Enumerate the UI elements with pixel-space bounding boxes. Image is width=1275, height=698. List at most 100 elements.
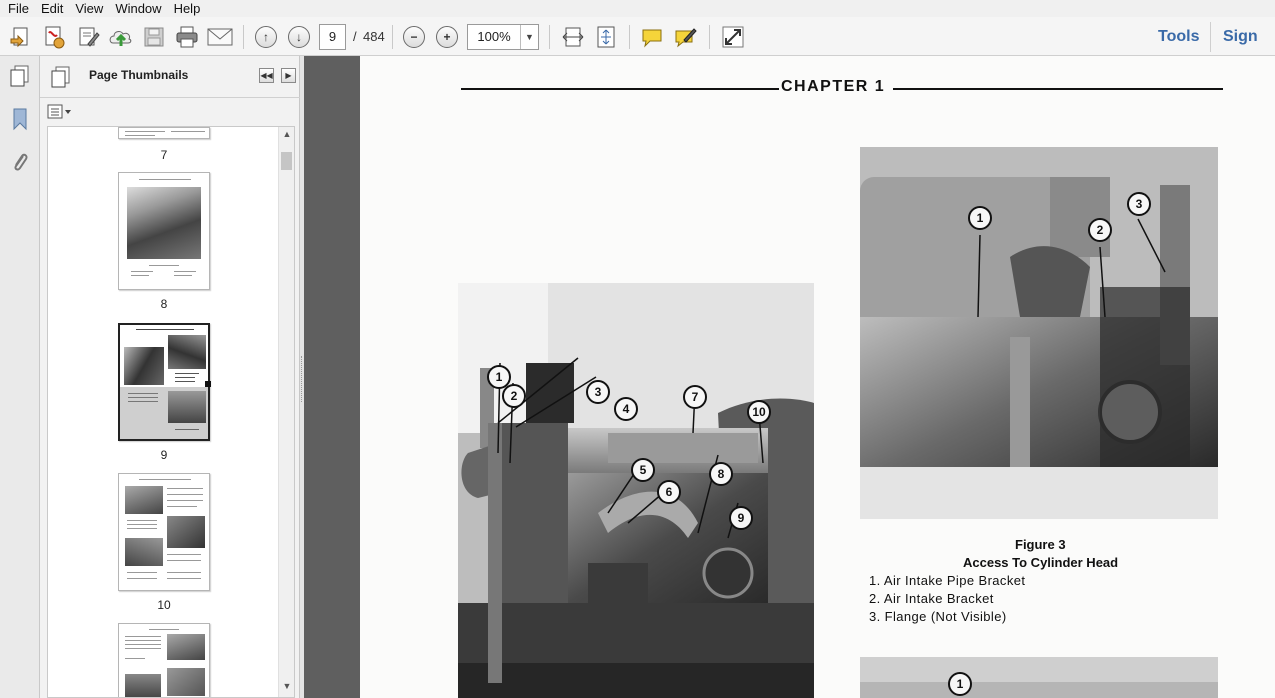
bookmark-icon: [13, 108, 27, 131]
menu-file[interactable]: File: [2, 0, 35, 17]
next-page-button[interactable]: ↓: [286, 24, 312, 50]
zoom-value: 100%: [477, 29, 511, 44]
toolbar-separator: [549, 25, 550, 49]
page-thumbnail-7[interactable]: [118, 127, 210, 139]
callout-10: 10: [747, 400, 771, 424]
thumbnails-panel-header: Page Thumbnails ◀◀ ▶: [40, 56, 300, 98]
callout-8: 8: [709, 462, 733, 486]
email-button[interactable]: [207, 24, 233, 50]
caption-item-3: 3. Flange (Not Visible): [869, 609, 1007, 624]
toolbar-separator: [709, 25, 710, 49]
page-separator: /: [353, 29, 357, 44]
zoom-select[interactable]: 100% ▼: [467, 24, 539, 50]
comment-button[interactable]: [639, 24, 665, 50]
callout-7: 7: [683, 385, 707, 409]
fit-page-icon: [597, 26, 615, 48]
caption-item-2: 2. Air Intake Bracket: [869, 591, 994, 606]
page-thumbnail-10[interactable]: [118, 473, 210, 591]
bottom-photo-graphic: [860, 657, 1218, 698]
page-label-7: 7: [160, 148, 168, 162]
speech-bubble-icon: [642, 29, 662, 48]
page-label-8: 8: [160, 297, 168, 311]
page-thumbnail-9[interactable]: [118, 323, 211, 441]
fit-width-button[interactable]: [560, 24, 586, 50]
callout-9: 9: [729, 506, 753, 530]
thumbnail-list[interactable]: 7 8 9 10 ▲ ▼: [47, 126, 295, 698]
plus-icon: +: [436, 26, 458, 48]
fit-page-button[interactable]: [593, 24, 619, 50]
current-page-input[interactable]: 9: [319, 24, 346, 50]
bookmarks-button[interactable]: [8, 107, 32, 131]
right-callout-3: 3: [1127, 192, 1151, 216]
right-callout-1: 1: [968, 206, 992, 230]
page-thumbnail-8[interactable]: [118, 172, 210, 290]
highlight-button[interactable]: [672, 24, 698, 50]
zoom-in-button[interactable]: +: [434, 24, 460, 50]
thumbnail-scrollbar[interactable]: ▲ ▼: [278, 127, 294, 697]
previous-page-button[interactable]: ↑: [253, 24, 279, 50]
envelope-icon: [207, 28, 233, 46]
chapter-rule-right: [893, 88, 1223, 90]
printer-icon: [176, 26, 198, 48]
page-thumbnail-11[interactable]: [118, 623, 210, 697]
cloud-upload-icon: [109, 31, 132, 46]
double-chevron-left-icon: ◀◀: [260, 71, 273, 80]
highlighter-pen-icon: [675, 28, 697, 48]
page-thumbnails-button[interactable]: [8, 64, 32, 88]
fit-width-icon: [562, 27, 584, 47]
page-label-10: 10: [157, 598, 171, 612]
collapse-panel-button[interactable]: ◀◀: [259, 68, 274, 83]
cylinder-head-photo: 1 2 3: [860, 147, 1218, 519]
engine-side-photo: 1 2 3 4 5 6 7 8 9 10: [458, 283, 814, 698]
document-viewport[interactable]: CHAPTER 1 1 2 3 4 5 6 7 8 9 10 1 2 3 Fig…: [304, 56, 1275, 698]
expand-icon: [722, 26, 744, 48]
thumbnail-options-button[interactable]: [47, 104, 73, 120]
figure-number: Figure 3: [1015, 537, 1066, 552]
chapter-rule-left: [461, 88, 779, 90]
toolbar-separator: [243, 25, 244, 49]
scroll-down-icon[interactable]: ▼: [279, 681, 294, 695]
chevron-down-icon[interactable]: ▼: [520, 25, 538, 49]
menu-edit[interactable]: Edit: [35, 0, 69, 17]
chapter-heading: CHAPTER 1: [781, 78, 886, 95]
callout-2: 2: [502, 384, 526, 408]
menu-window[interactable]: Window: [109, 0, 167, 17]
panel-title: Page Thumbnails: [89, 68, 189, 82]
full-screen-button[interactable]: [720, 24, 746, 50]
callout-4: 4: [614, 397, 638, 421]
panel-forward-button[interactable]: ▶: [281, 68, 296, 83]
chevron-right-icon: ▶: [285, 71, 292, 80]
right-callout-2: 2: [1088, 218, 1112, 242]
scrollbar-thumb[interactable]: [281, 152, 292, 170]
convert-pdf-button[interactable]: [41, 24, 67, 50]
figure-title: Access To Cylinder Head: [963, 555, 1119, 570]
total-pages: 484: [363, 29, 385, 44]
splitter-grip[interactable]: [301, 356, 303, 402]
toolbar-separator: [629, 25, 630, 49]
edit-pdf-button[interactable]: [75, 24, 101, 50]
bottom-callout-1: 1: [948, 672, 972, 696]
toolbar: ↑ ↓ − +: [0, 17, 1275, 56]
scroll-up-icon[interactable]: ▲: [279, 129, 294, 143]
minus-icon: −: [403, 26, 425, 48]
create-pdf-button[interactable]: [8, 24, 34, 50]
pdf-file-icon: [45, 26, 65, 49]
sign-button[interactable]: Sign: [1223, 26, 1258, 48]
attachments-button[interactable]: [8, 150, 32, 174]
zoom-out-button[interactable]: −: [401, 24, 427, 50]
save-button[interactable]: [141, 24, 167, 50]
caption-item-1: 1. Air Intake Pipe Bracket: [869, 573, 1026, 588]
arrow-up-icon: ↑: [255, 26, 277, 48]
print-button[interactable]: [174, 24, 200, 50]
menu-help[interactable]: Help: [168, 0, 207, 17]
menu-view[interactable]: View: [69, 0, 109, 17]
menu-bar: File Edit View Window Help: [0, 0, 1275, 17]
tools-button[interactable]: Tools: [1158, 26, 1199, 48]
upload-cloud-button[interactable]: [108, 24, 134, 50]
options-list-icon: [47, 104, 71, 119]
toolbar-separator: [392, 25, 393, 49]
page-label-9: 9: [160, 448, 168, 462]
callout-3: 3: [586, 380, 610, 404]
bottom-figure-photo: 1: [860, 657, 1218, 698]
create-pdf-icon: [10, 27, 28, 48]
